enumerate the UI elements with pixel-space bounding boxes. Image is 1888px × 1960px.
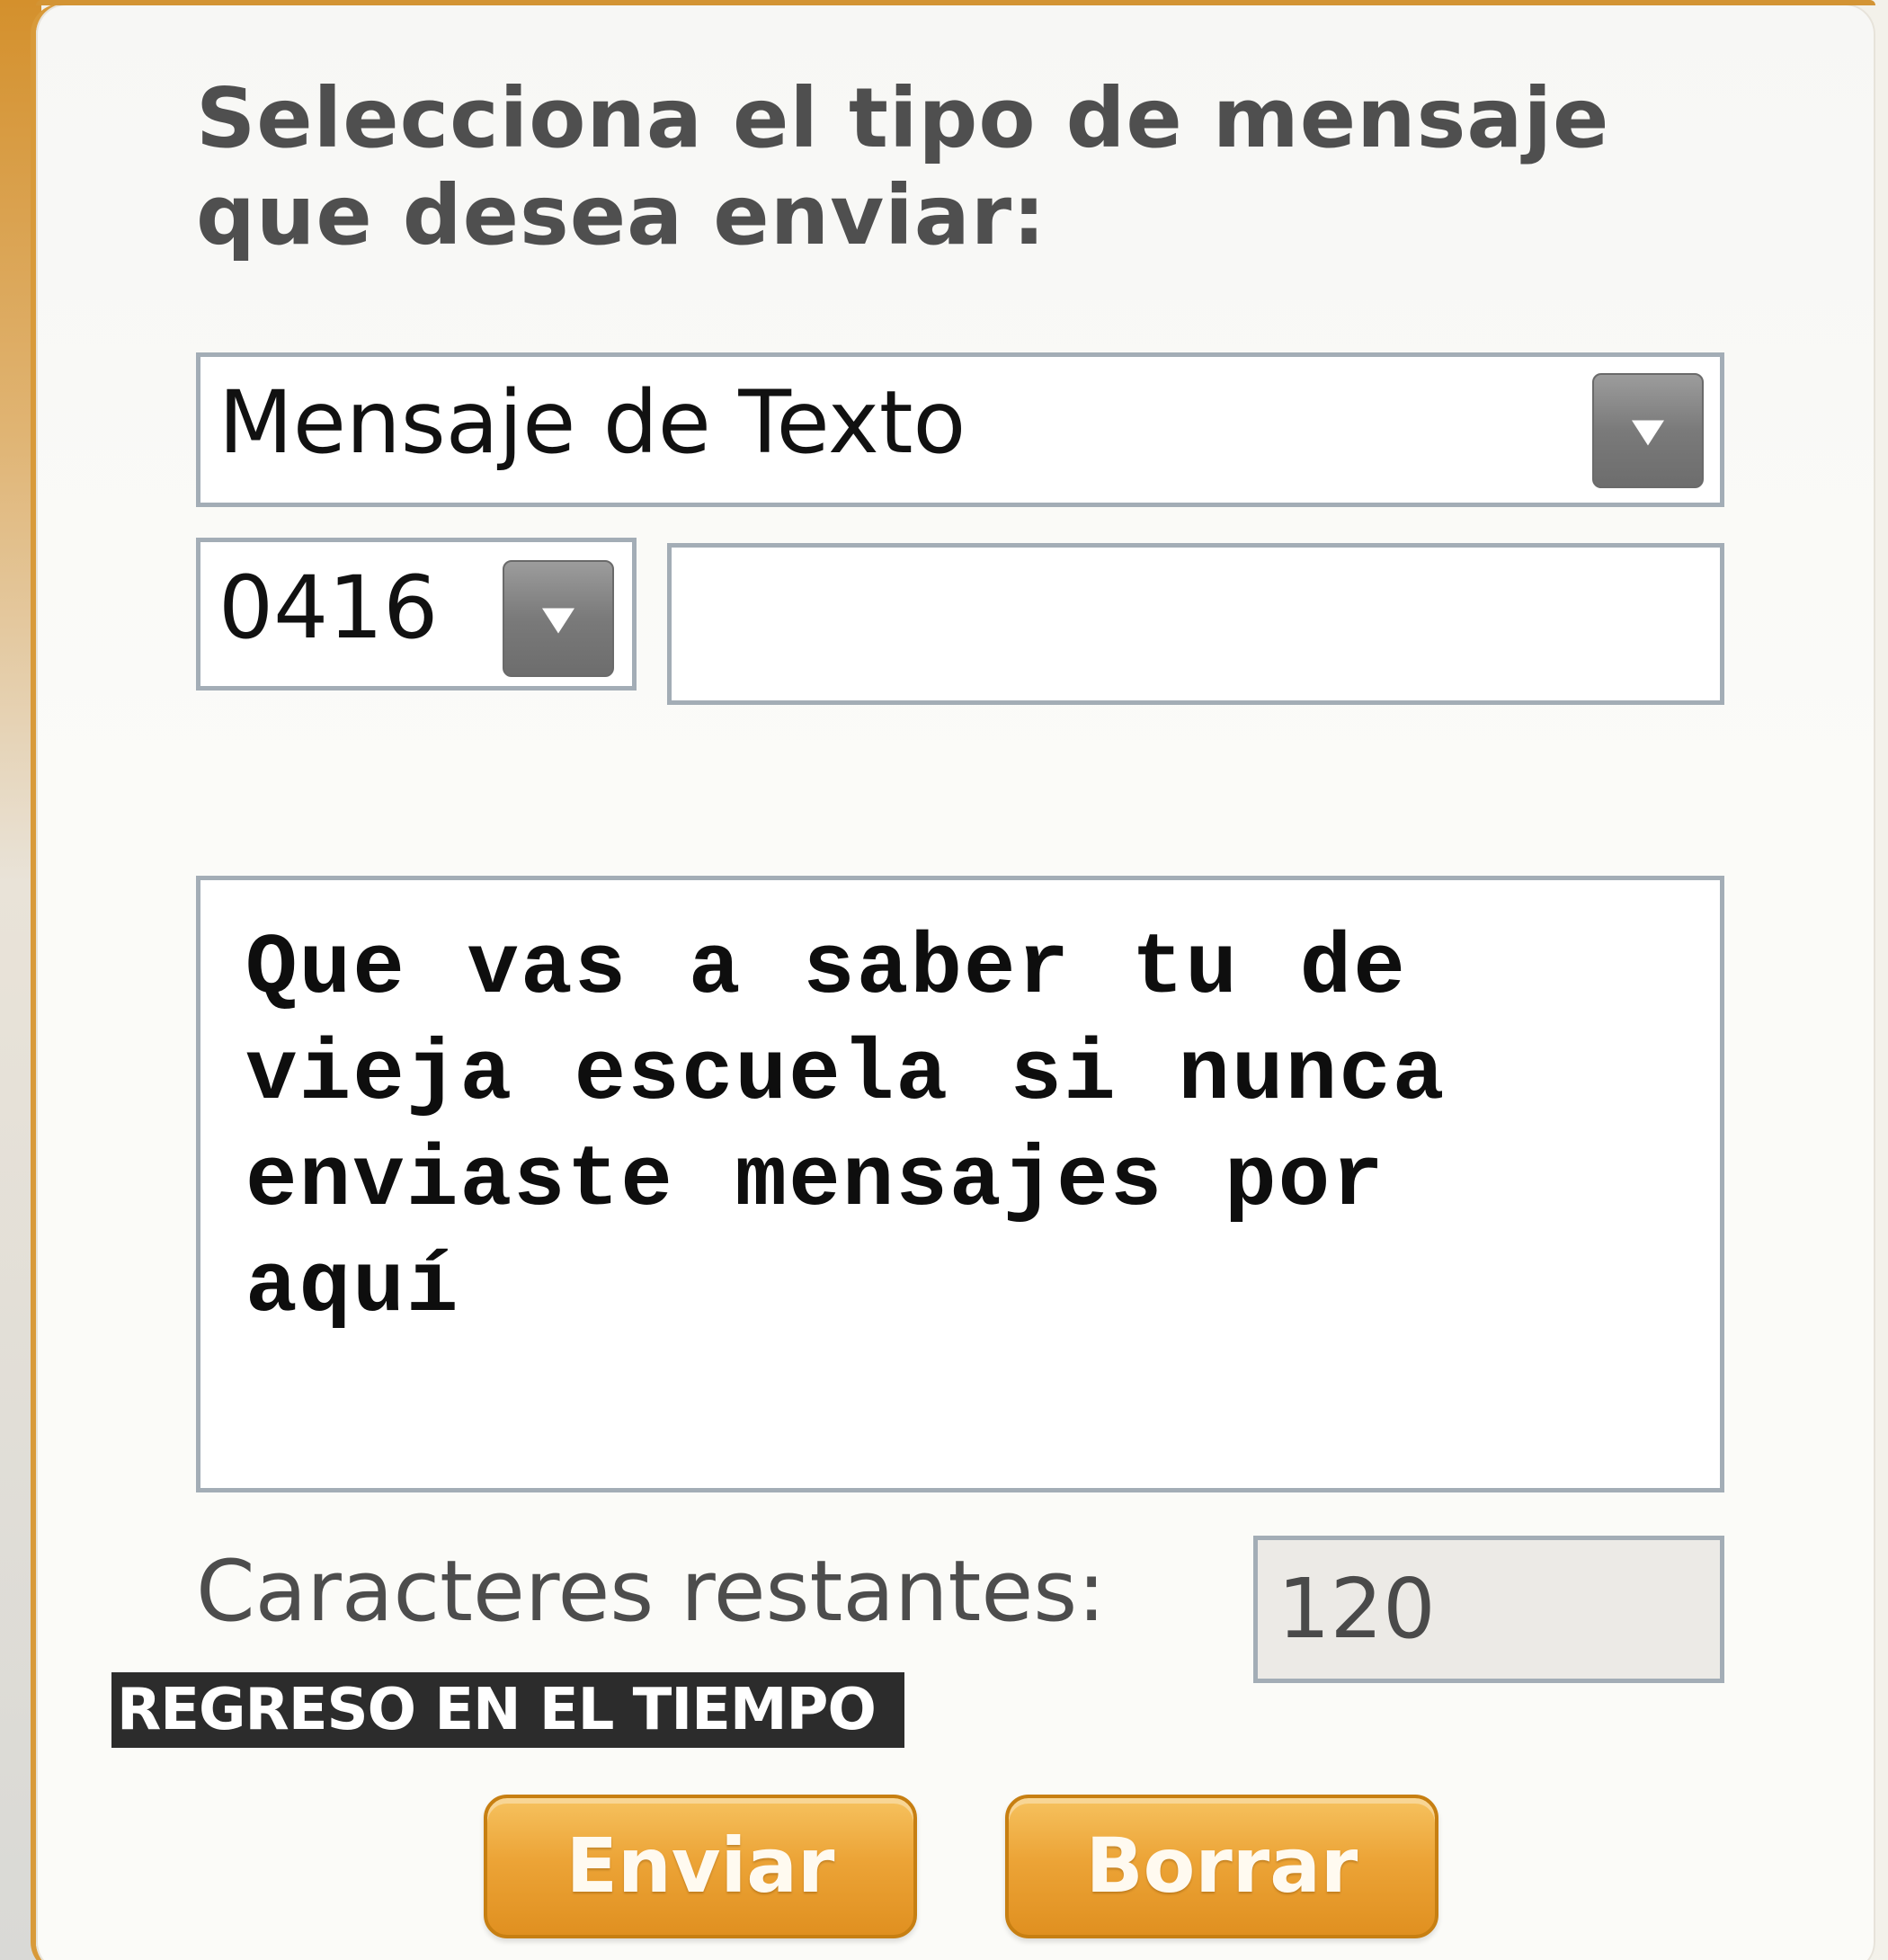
form-heading: Selecciona el tipo de mensaje que desea … <box>196 70 1610 263</box>
area-code-selected-value: 0416 <box>218 557 439 658</box>
message-textarea[interactable]: Que vas a saber tu de vieja escuela si n… <box>196 876 1724 1492</box>
area-code-dropdown-button[interactable] <box>503 560 614 677</box>
remaining-characters-label: Caracteres restantes: <box>196 1543 1106 1641</box>
panel-top-border <box>36 0 1875 5</box>
area-code-select[interactable]: 0416 <box>196 538 637 690</box>
remaining-characters-value: 120 <box>1253 1536 1724 1683</box>
message-text: Que vas a saber tu de vieja escuela si n… <box>245 920 1447 1336</box>
chevron-down-icon <box>1632 420 1664 446</box>
watermark-caption: REGRESO EN EL TIEMPO <box>111 1672 904 1748</box>
message-type-dropdown-button[interactable] <box>1592 373 1704 488</box>
send-button[interactable]: Enviar <box>484 1795 917 1938</box>
clear-button[interactable]: Borrar <box>1005 1795 1438 1938</box>
message-type-select[interactable]: Mensaje de Texto <box>196 352 1724 507</box>
phone-number-input[interactable] <box>667 543 1724 705</box>
message-type-selected-value: Mensaje de Texto <box>218 372 966 473</box>
chevron-down-icon <box>542 608 574 634</box>
